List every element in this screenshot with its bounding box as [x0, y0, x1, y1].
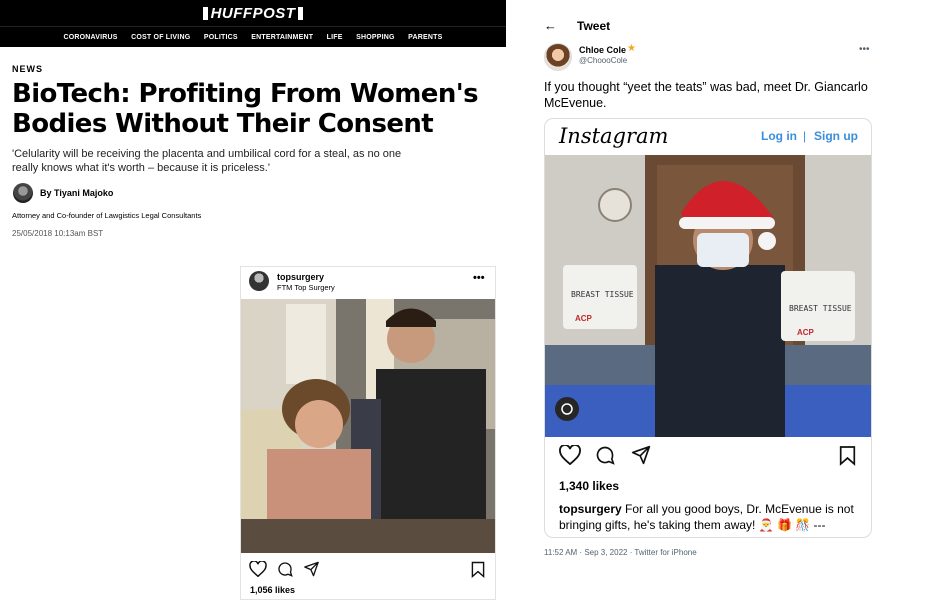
avatar[interactable]	[544, 43, 572, 71]
instagram-embed: Instagram Log in | Sign up BREAST TISSUE…	[544, 118, 872, 538]
tweet-card: ← Tweet Chloe Cole ★ @ChoooCole ••• If y…	[532, 14, 882, 568]
nav-item-coronavirus[interactable]: CORONAVIRUS	[63, 34, 117, 41]
tweet-timestamp[interactable]: 11:52 AM · Sep 3, 2022 · Twitter for iPh…	[544, 548, 697, 557]
signup-link[interactable]: Sign up	[814, 129, 858, 143]
instagram-actions	[545, 443, 871, 469]
bookmark-icon[interactable]	[471, 561, 485, 578]
huffpost-article: HUFFPOST CORONAVIRUS COST OF LIVING POLI…	[0, 0, 506, 600]
tweet-author-name[interactable]: Chloe Cole	[579, 45, 626, 55]
bucket-label-left: BREAST TISSUE	[571, 290, 634, 299]
nav-item-politics[interactable]: POLITICS	[204, 34, 238, 41]
nav-item-cost-of-living[interactable]: COST OF LIVING	[131, 34, 190, 41]
link-separator: |	[803, 129, 807, 143]
comment-icon[interactable]	[277, 561, 293, 577]
tweet-header-title: Tweet	[577, 19, 611, 33]
nav-item-life[interactable]: LIFE	[327, 34, 343, 41]
back-arrow-icon[interactable]: ←	[544, 18, 557, 33]
instagram-caption: topsurgery For all you good boys, Dr. Mc…	[559, 501, 863, 533]
author-role: Attorney and Co-founder of Lawgistics Le…	[12, 211, 202, 220]
like-heart-icon[interactable]	[559, 445, 581, 465]
instagram-like-count[interactable]: 1,056 likes	[250, 585, 295, 595]
bucket-acp-left: ACP	[575, 314, 593, 323]
login-link[interactable]: Log in	[761, 129, 797, 143]
author-avatar	[13, 183, 33, 203]
instagram-photo[interactable]: BREAST TISSUE ACP BREAST TISSUE ACP	[545, 155, 871, 437]
huffpost-header: HUFFPOST	[0, 0, 506, 26]
article-date: 25/05/2018 10:13am BST	[12, 229, 104, 238]
nav-item-parents[interactable]: PARENTS	[408, 34, 442, 41]
nav-item-shopping[interactable]: SHOPPING	[356, 34, 395, 41]
article-headline: BioTech: Profiting From Women's Bodies W…	[12, 79, 479, 139]
share-icon[interactable]	[303, 561, 320, 577]
instagram-photo	[241, 299, 495, 553]
author-byline[interactable]: By Tiyani Majoko	[40, 188, 113, 198]
share-icon[interactable]	[631, 445, 651, 465]
instagram-embed: topsurgery FTM Top Surgery ••• 1,056 lik…	[240, 266, 496, 600]
like-heart-icon[interactable]	[249, 561, 267, 577]
bucket-acp-right: ACP	[797, 328, 815, 337]
more-options-icon[interactable]: •••	[473, 272, 485, 284]
star-icon: ★	[627, 43, 636, 54]
comment-icon[interactable]	[595, 445, 615, 465]
section-label[interactable]: NEWS	[12, 64, 43, 74]
tweet-author-handle[interactable]: @ChoooCole	[579, 56, 627, 65]
huffpost-logo[interactable]: HUFFPOST	[202, 6, 304, 21]
instagram-logo[interactable]: Instagram	[559, 124, 668, 148]
huffpost-nav: CORONAVIRUS COST OF LIVING POLITICS ENTE…	[0, 26, 506, 47]
bucket-label-right: BREAST TISSUE	[789, 304, 852, 313]
avatar[interactable]	[249, 271, 269, 291]
article-standfirst: 'Celularity will be receiving the placen…	[12, 148, 402, 174]
bookmark-icon[interactable]	[839, 445, 856, 466]
nav-item-entertainment[interactable]: ENTERTAINMENT	[251, 34, 313, 41]
instagram-location[interactable]: FTM Top Surgery	[277, 283, 335, 292]
instagram-actions	[241, 559, 495, 579]
tweet-text: If you thought “yeet the teats” was bad,…	[544, 80, 868, 110]
instagram-like-count[interactable]: 1,340 likes	[559, 479, 619, 493]
instagram-username[interactable]: topsurgery	[277, 272, 324, 282]
caption-username[interactable]: topsurgery	[559, 502, 622, 516]
more-options-icon[interactable]: •••	[859, 44, 870, 55]
